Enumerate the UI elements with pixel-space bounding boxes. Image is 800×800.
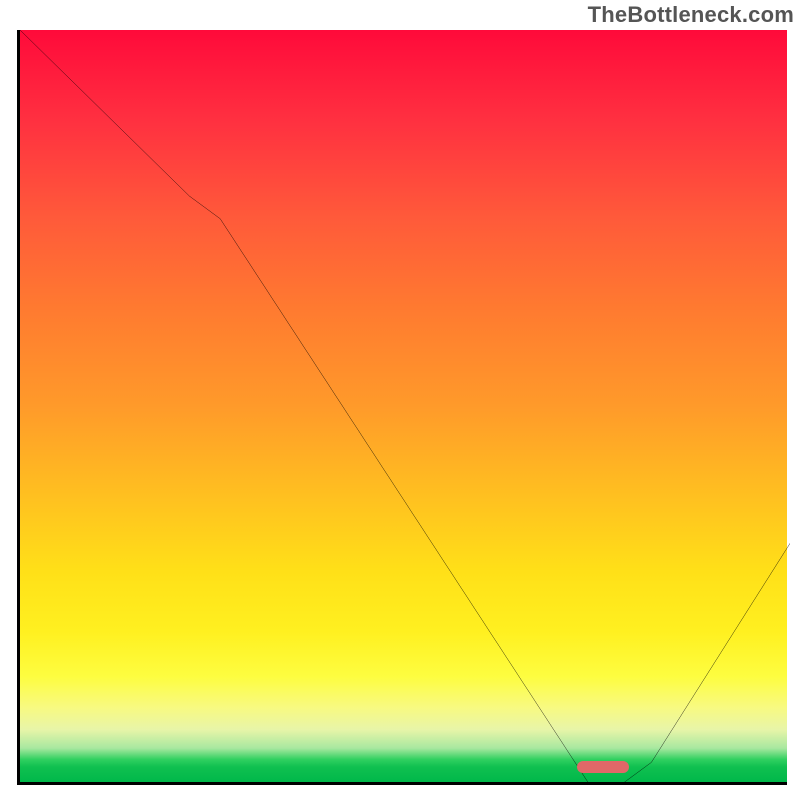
- optimal-marker: [577, 761, 629, 773]
- bottleneck-curve: [20, 30, 790, 785]
- plot-area: [17, 30, 787, 785]
- watermark-text: TheBottleneck.com: [588, 2, 794, 28]
- chart-container: TheBottleneck.com: [0, 0, 800, 800]
